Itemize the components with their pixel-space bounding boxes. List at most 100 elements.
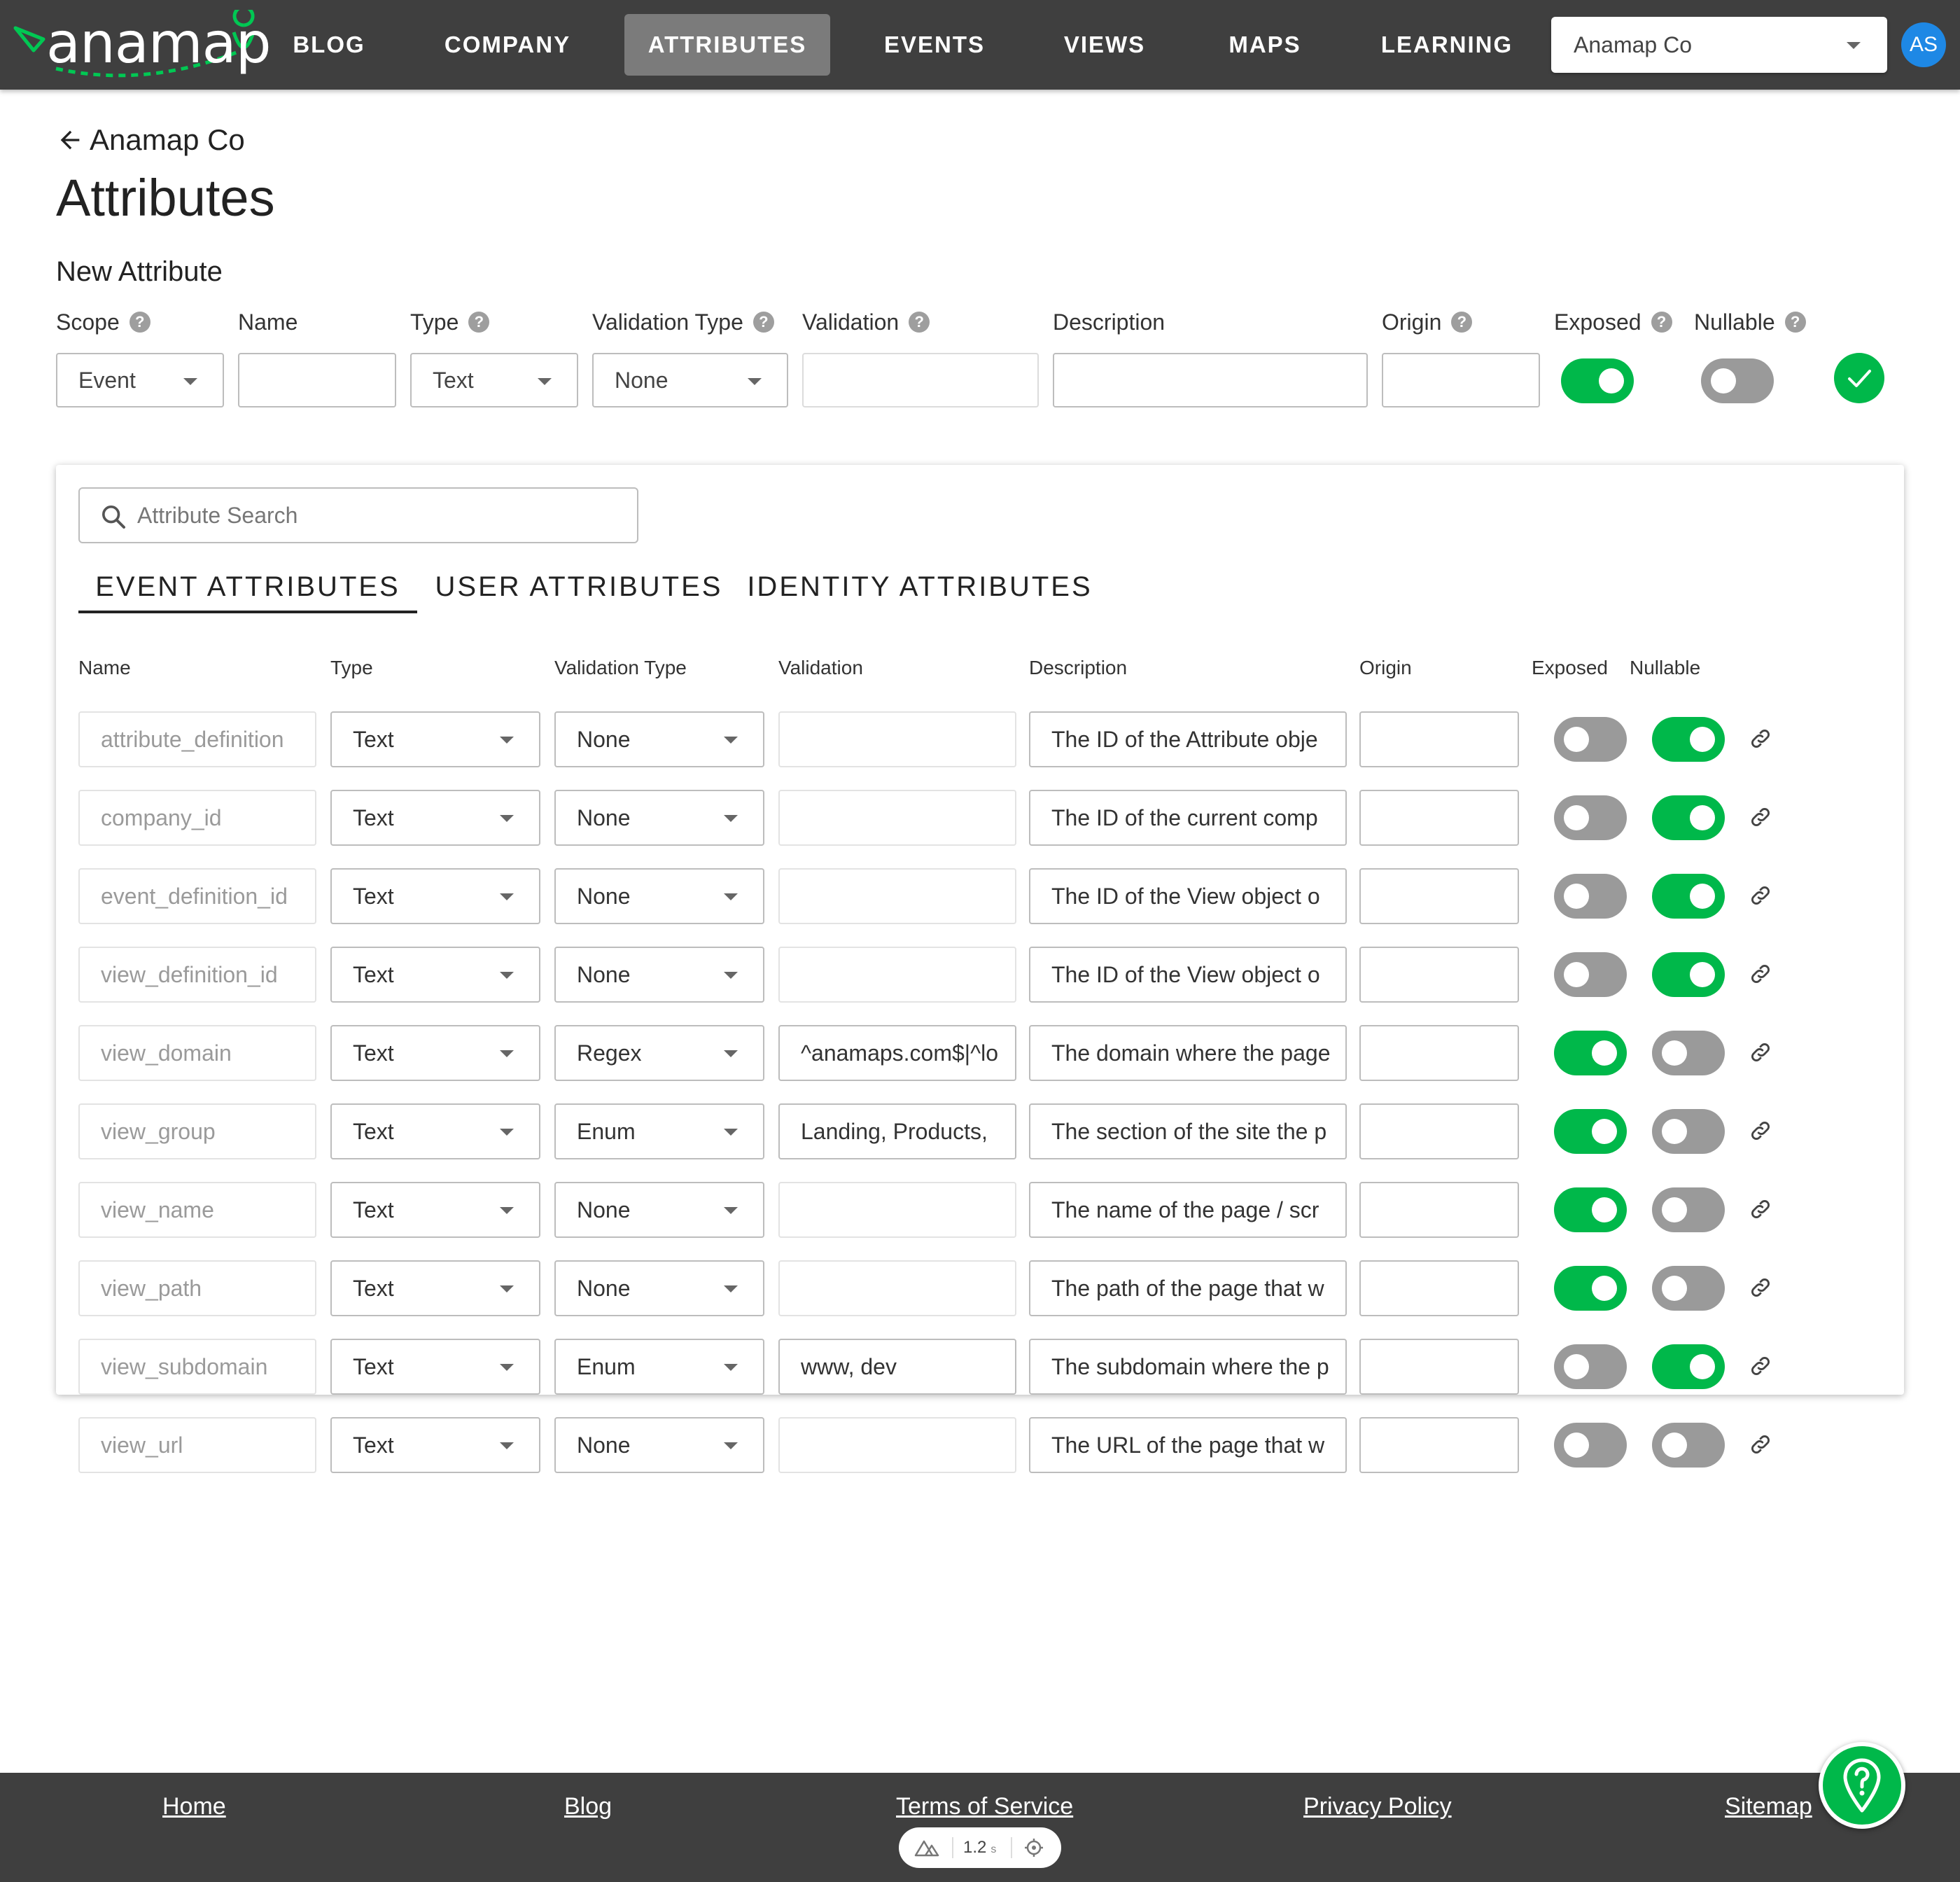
exposed-toggle[interactable] bbox=[1561, 358, 1634, 403]
attribute-nullable-toggle[interactable] bbox=[1652, 1109, 1725, 1154]
help-icon[interactable]: ? bbox=[1451, 312, 1473, 333]
origin-input[interactable] bbox=[1382, 353, 1540, 407]
footer-link-privacy[interactable]: Privacy Policy bbox=[1303, 1790, 1452, 1823]
attribute-type-select[interactable]: Text bbox=[330, 711, 540, 767]
attribute-exposed-toggle[interactable] bbox=[1554, 952, 1627, 997]
company-select[interactable]: Anamap Co bbox=[1551, 17, 1887, 73]
link-icon[interactable] bbox=[1749, 1433, 1772, 1456]
link-icon[interactable] bbox=[1749, 962, 1772, 986]
attribute-name-field[interactable]: view_definition_id bbox=[78, 947, 316, 1003]
attribute-search[interactable] bbox=[78, 487, 638, 543]
attribute-type-select[interactable]: Text bbox=[330, 1182, 540, 1238]
attribute-validation-input[interactable] bbox=[778, 947, 1016, 1003]
attribute-description-input[interactable]: The ID of the View object o bbox=[1029, 868, 1347, 924]
footer-link-blog[interactable]: Blog bbox=[564, 1790, 612, 1823]
help-icon[interactable]: ? bbox=[1651, 312, 1672, 333]
help-icon[interactable]: ? bbox=[752, 312, 774, 333]
attribute-type-select[interactable]: Text bbox=[330, 1025, 540, 1081]
help-icon[interactable]: ? bbox=[468, 312, 490, 333]
attribute-validation-type-select[interactable]: None bbox=[554, 790, 764, 846]
type-select[interactable]: Text bbox=[410, 353, 578, 407]
attribute-exposed-toggle[interactable] bbox=[1554, 1344, 1627, 1389]
attribute-description-input[interactable]: The path of the page that w bbox=[1029, 1260, 1347, 1316]
attribute-description-input[interactable]: The URL of the page that w bbox=[1029, 1417, 1347, 1473]
attribute-validation-input[interactable] bbox=[778, 1182, 1016, 1238]
attribute-type-select[interactable]: Text bbox=[330, 947, 540, 1003]
description-input[interactable] bbox=[1053, 353, 1368, 407]
help-icon[interactable]: ? bbox=[909, 312, 930, 333]
nav-learning[interactable]: LEARNING bbox=[1373, 14, 1520, 76]
attribute-validation-type-select[interactable]: None bbox=[554, 1260, 764, 1316]
attribute-type-select[interactable]: Text bbox=[330, 1260, 540, 1316]
validation-type-select[interactable]: None bbox=[592, 353, 788, 407]
back-link[interactable]: Anamap Co bbox=[56, 120, 245, 160]
attribute-name-field[interactable]: view_url bbox=[78, 1417, 316, 1473]
attribute-exposed-toggle[interactable] bbox=[1554, 1187, 1627, 1232]
attribute-nullable-toggle[interactable] bbox=[1652, 717, 1725, 762]
attribute-validation-input[interactable] bbox=[778, 868, 1016, 924]
attribute-name-field[interactable]: view_name bbox=[78, 1182, 316, 1238]
save-attribute-button[interactable] bbox=[1834, 353, 1884, 403]
nav-attributes[interactable]: ATTRIBUTES bbox=[624, 14, 830, 76]
attribute-origin-input[interactable] bbox=[1359, 1417, 1519, 1473]
attribute-search-input[interactable] bbox=[137, 497, 613, 534]
link-icon[interactable] bbox=[1749, 1276, 1772, 1299]
attribute-origin-input[interactable] bbox=[1359, 1339, 1519, 1395]
attribute-exposed-toggle[interactable] bbox=[1554, 1266, 1627, 1311]
help-icon[interactable]: ? bbox=[129, 312, 150, 333]
attribute-exposed-toggle[interactable] bbox=[1554, 1109, 1627, 1154]
attribute-description-input[interactable]: The section of the site the p bbox=[1029, 1103, 1347, 1159]
attribute-nullable-toggle[interactable] bbox=[1652, 952, 1725, 997]
attribute-type-select[interactable]: Text bbox=[330, 1103, 540, 1159]
attribute-validation-type-select[interactable]: None bbox=[554, 711, 764, 767]
attribute-description-input[interactable]: The ID of the View object o bbox=[1029, 947, 1347, 1003]
attribute-validation-type-select[interactable]: None bbox=[554, 1182, 764, 1238]
attribute-origin-input[interactable] bbox=[1359, 1103, 1519, 1159]
attribute-description-input[interactable]: The ID of the current comp bbox=[1029, 790, 1347, 846]
attribute-exposed-toggle[interactable] bbox=[1554, 1423, 1627, 1468]
link-icon[interactable] bbox=[1749, 805, 1772, 829]
attribute-origin-input[interactable] bbox=[1359, 1260, 1519, 1316]
footer-link-sitemap[interactable]: Sitemap bbox=[1725, 1790, 1812, 1823]
help-map-pin-button[interactable] bbox=[1819, 1742, 1905, 1829]
scope-select[interactable]: Event bbox=[56, 353, 224, 407]
tab-identity-attributes[interactable]: IDENTITY ATTRIBUTES bbox=[741, 560, 1099, 613]
attribute-name-field[interactable]: company_id bbox=[78, 790, 316, 846]
attribute-validation-type-select[interactable]: None bbox=[554, 868, 764, 924]
attribute-origin-input[interactable] bbox=[1359, 790, 1519, 846]
attribute-description-input[interactable]: The domain where the page bbox=[1029, 1025, 1347, 1081]
nav-blog[interactable]: BLOG bbox=[277, 14, 381, 76]
help-icon[interactable]: ? bbox=[1784, 312, 1806, 333]
attribute-validation-type-select[interactable]: Enum bbox=[554, 1103, 764, 1159]
attribute-validation-input[interactable] bbox=[778, 1260, 1016, 1316]
attribute-name-field[interactable]: view_group bbox=[78, 1103, 316, 1159]
attribute-origin-input[interactable] bbox=[1359, 711, 1519, 767]
attribute-validation-input[interactable]: www, dev bbox=[778, 1339, 1016, 1395]
attribute-validation-input[interactable]: ^anamaps.com$|^lo bbox=[778, 1025, 1016, 1081]
user-avatar[interactable]: AS bbox=[1901, 22, 1946, 67]
attribute-origin-input[interactable] bbox=[1359, 947, 1519, 1003]
perf-indicator[interactable]: 1.2 s bbox=[899, 1827, 1061, 1868]
nav-maps[interactable]: MAPS bbox=[1214, 14, 1316, 76]
attribute-validation-type-select[interactable]: None bbox=[554, 1417, 764, 1473]
attribute-nullable-toggle[interactable] bbox=[1652, 1423, 1725, 1468]
attribute-validation-input[interactable] bbox=[778, 711, 1016, 767]
link-icon[interactable] bbox=[1749, 1119, 1772, 1143]
attribute-validation-input[interactable] bbox=[778, 790, 1016, 846]
attribute-validation-input[interactable]: Landing, Products, bbox=[778, 1103, 1016, 1159]
attribute-nullable-toggle[interactable] bbox=[1652, 1266, 1725, 1311]
attribute-exposed-toggle[interactable] bbox=[1554, 795, 1627, 840]
attribute-type-select[interactable]: Text bbox=[330, 790, 540, 846]
attribute-validation-input[interactable] bbox=[778, 1417, 1016, 1473]
link-icon[interactable] bbox=[1749, 1040, 1772, 1064]
nav-company[interactable]: COMPANY bbox=[434, 14, 581, 76]
attribute-name-field[interactable]: event_definition_id bbox=[78, 868, 316, 924]
nullable-toggle[interactable] bbox=[1701, 358, 1774, 403]
nav-events[interactable]: EVENTS bbox=[875, 14, 994, 76]
link-icon[interactable] bbox=[1749, 727, 1772, 751]
link-icon[interactable] bbox=[1749, 1197, 1772, 1221]
attribute-validation-type-select[interactable]: Regex bbox=[554, 1025, 764, 1081]
attribute-name-field[interactable]: view_domain bbox=[78, 1025, 316, 1081]
tab-event-attributes[interactable]: EVENT ATTRIBUTES bbox=[78, 560, 417, 613]
attribute-nullable-toggle[interactable] bbox=[1652, 1031, 1725, 1075]
